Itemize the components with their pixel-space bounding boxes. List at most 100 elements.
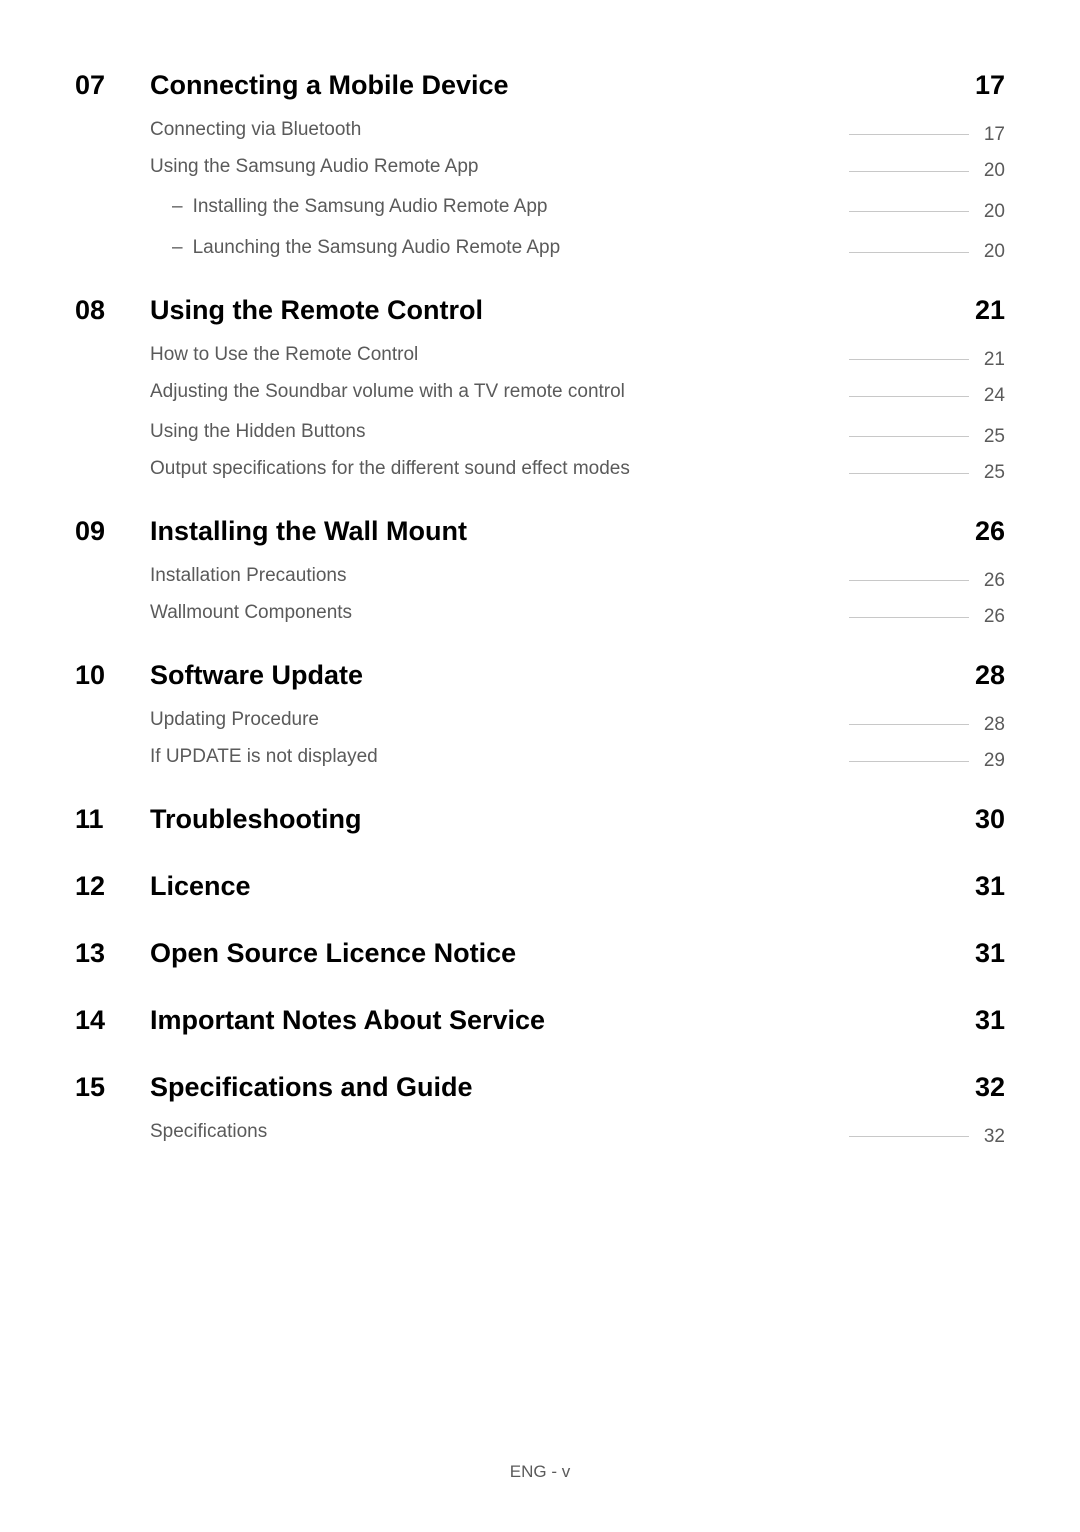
leader-line: 28 [329,714,1005,736]
leader-dash [849,1136,969,1137]
subitem-page: 28 [977,714,1005,736]
subitem-text: If UPDATE is not displayed [150,746,378,768]
toc-subitem[interactable]: How to Use the Remote Control 21 [150,344,1005,371]
subitem-text: Installation Precautions [150,565,346,587]
section-number: 14 [75,1005,150,1036]
leader-dash [849,617,969,618]
section-title-row[interactable]: Licence 31 [150,871,1005,902]
section-page: 17 [975,70,1005,101]
leader-line: 26 [356,570,1005,592]
leader-line: 24 [635,385,1005,407]
section-number: 10 [75,660,150,691]
section-page: 31 [975,1005,1005,1036]
table-of-contents: 07Connecting a Mobile Device17Connecting… [75,60,1005,1170]
section-title-row[interactable]: Connecting a Mobile Device 17 [150,70,1005,101]
section-content: Connecting a Mobile Device17Connecting v… [150,70,1005,277]
subitem-page: 26 [977,606,1005,628]
toc-subitem[interactable]: Specifications32 [150,1121,1005,1148]
sub-subitem-text: Launching the Samsung Audio Remote App [193,237,561,259]
toc-section: 15Specifications and Guide32Specificatio… [75,1072,1005,1162]
section-page: 26 [975,516,1005,547]
section-title: Connecting a Mobile Device [150,70,509,101]
toc-section: 09Installing the Wall Mount26 Installatio… [75,516,1005,642]
leader-line: 17 [371,124,1005,146]
toc-subitem[interactable]: Wallmount Components 26 [150,602,1005,629]
leader-line: 20 [557,201,1005,223]
leader-dash [849,171,969,172]
toc-subitem[interactable]: If UPDATE is not displayed 29 [150,746,1005,773]
subitem-page: 32 [977,1126,1005,1148]
subitem-text: How to Use the Remote Control [150,344,418,366]
toc-section: 07Connecting a Mobile Device17Connecting… [75,70,1005,277]
toc-subitem[interactable]: Connecting via Bluetooth17 [150,119,1005,146]
section-title: Specifications and Guide [150,1072,473,1103]
section-content: Open Source Licence Notice31 [150,938,1005,987]
section-title-row[interactable]: Installing the Wall Mount26 [150,516,1005,547]
toc-sub-subitem[interactable]: –Launching the Samsung Audio Remote App2… [150,237,1005,264]
subitem-text: Adjusting the Soundbar volume with a TV … [150,381,625,403]
section-content: Software Update28Updating Procedure28If … [150,660,1005,786]
section-page: 32 [975,1072,1005,1103]
section-content: Licence 31 [150,871,1005,920]
section-content: Specifications and Guide32Specifications… [150,1072,1005,1162]
leader-dash [849,436,969,437]
section-number: 07 [75,70,150,101]
toc-subitem[interactable]: Installation Precautions 26 [150,565,1005,592]
subitem-page: 25 [977,426,1005,448]
toc-section: 14Important Notes About Service31 [75,1005,1005,1054]
leader-dash [849,761,969,762]
section-title: Using the Remote Control [150,295,483,326]
leader-line: 25 [375,426,1005,448]
toc-section: 10Software Update28Updating Procedure28I… [75,660,1005,786]
leader-dash [849,359,969,360]
section-title-row[interactable]: Using the Remote Control 21 [150,295,1005,326]
section-page: 30 [975,804,1005,835]
section-title: Open Source Licence Notice [150,938,516,969]
toc-subitem[interactable]: Adjusting the Soundbar volume with a TV … [150,381,1005,408]
section-page: 21 [975,295,1005,326]
leader-line: 21 [428,349,1005,371]
toc-subitem[interactable]: Using the Samsung Audio Remote App20 [150,156,1005,183]
section-number: 11 [75,804,150,835]
section-title: Licence [150,871,251,902]
subitem-page: 29 [977,750,1005,772]
subitem-text: Output specifications for the different … [150,458,630,480]
subitem-page: 21 [977,349,1005,371]
leader-dash [849,580,969,581]
toc-section: 12Licence 31 [75,871,1005,920]
toc-sub-subitem[interactable]: –Installing the Samsung Audio Remote App… [150,196,1005,223]
sub-subitem-page: 20 [977,241,1005,263]
leader-line: 32 [277,1126,1005,1148]
subitem-page: 26 [977,570,1005,592]
section-page: 31 [975,871,1005,902]
leader-dash [849,211,969,212]
section-number: 09 [75,516,150,547]
section-title: Troubleshooting [150,804,361,835]
sub-subitem-page: 20 [977,201,1005,223]
section-page: 28 [975,660,1005,691]
section-title-row[interactable]: Specifications and Guide 32 [150,1072,1005,1103]
section-title-row[interactable]: Software Update 28 [150,660,1005,691]
subitem-page: 17 [977,124,1005,146]
subitem-text: Wallmount Components [150,602,352,624]
subitem-text: Using the Samsung Audio Remote App [150,156,478,178]
section-number: 08 [75,295,150,326]
toc-subitem[interactable]: Output specifications for the different … [150,458,1005,485]
section-content: Installing the Wall Mount26 Installation … [150,516,1005,642]
subitem-page: 24 [977,385,1005,407]
section-title-row[interactable]: Important Notes About Service31 [150,1005,1005,1036]
section-number: 13 [75,938,150,969]
section-number: 15 [75,1072,150,1103]
toc-section: 08Using the Remote Control21How to Use t… [75,295,1005,498]
toc-subitem[interactable]: Updating Procedure28 [150,709,1005,736]
leader-dash [849,473,969,474]
leader-line: 20 [570,241,1005,263]
section-title-row[interactable]: Open Source Licence Notice31 [150,938,1005,969]
leader-line: 29 [388,750,1005,772]
section-number: 12 [75,871,150,902]
subitem-text: Using the Hidden Buttons [150,421,365,443]
section-title-row[interactable]: Troubleshooting 30 [150,804,1005,835]
toc-subitem[interactable]: Using the Hidden Buttons 25 [150,421,1005,448]
section-title: Software Update [150,660,363,691]
section-content: Using the Remote Control21How to Use the… [150,295,1005,498]
